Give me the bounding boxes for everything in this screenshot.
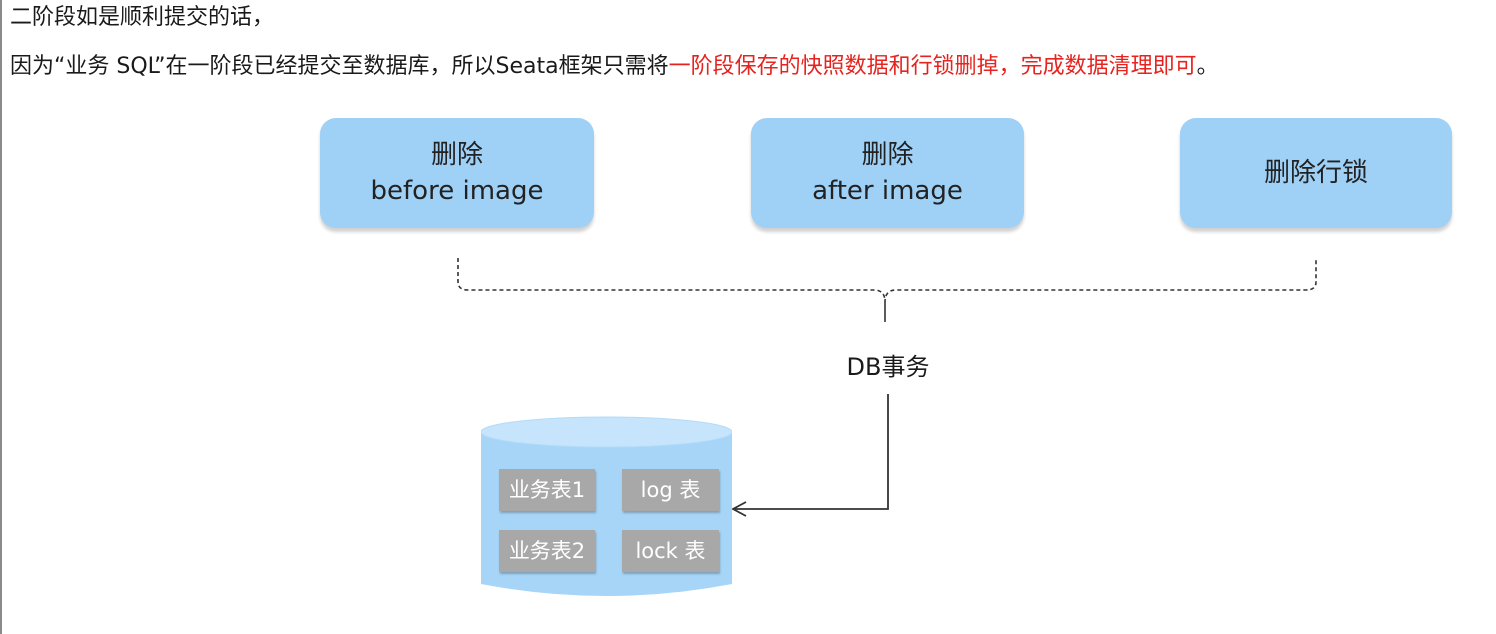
db-transaction-arrow bbox=[735, 394, 889, 510]
connector-lines bbox=[457, 258, 1317, 517]
intro-line-2-normal: 因为“业务 SQL”在一阶段已经提交至数据库，所以Seata框架只需将 bbox=[10, 54, 669, 79]
grouping-brace bbox=[457, 258, 1317, 303]
table-business-1: 业务表1 bbox=[499, 469, 595, 511]
box-label-line1: 删除行锁 bbox=[1263, 158, 1368, 188]
arrow-head-icon bbox=[731, 501, 747, 517]
table-lock: lock 表 bbox=[622, 530, 719, 572]
window-left-border bbox=[0, 0, 2, 634]
intro-line-1: 二阶段如是顺利提交的话， bbox=[10, 5, 275, 30]
table-log: log 表 bbox=[622, 469, 719, 511]
box-label-line1: 删除 bbox=[861, 140, 914, 170]
db-transaction-label: DB事务 bbox=[846, 353, 930, 381]
intro-line-2-highlight: 一阶段保存的快照数据和行锁删掉，完成数据清理即可 bbox=[668, 54, 1197, 79]
delete-row-lock-box: 删除行锁 bbox=[1180, 118, 1452, 228]
delete-before-image-box: 删除 before image bbox=[320, 118, 594, 228]
table-business-2: 业务表2 bbox=[499, 530, 595, 572]
box-label-line2: before image bbox=[370, 176, 544, 206]
intro-line-2: 因为“业务 SQL”在一阶段已经提交至数据库，所以Seata框架只需将一阶段保存… bbox=[10, 52, 1219, 82]
box-label-line2: after image bbox=[812, 176, 963, 206]
box-label-line1: 删除 bbox=[430, 140, 483, 170]
intro-line-2-end: 。 bbox=[1196, 54, 1219, 79]
delete-after-image-box: 删除 after image bbox=[751, 118, 1024, 228]
